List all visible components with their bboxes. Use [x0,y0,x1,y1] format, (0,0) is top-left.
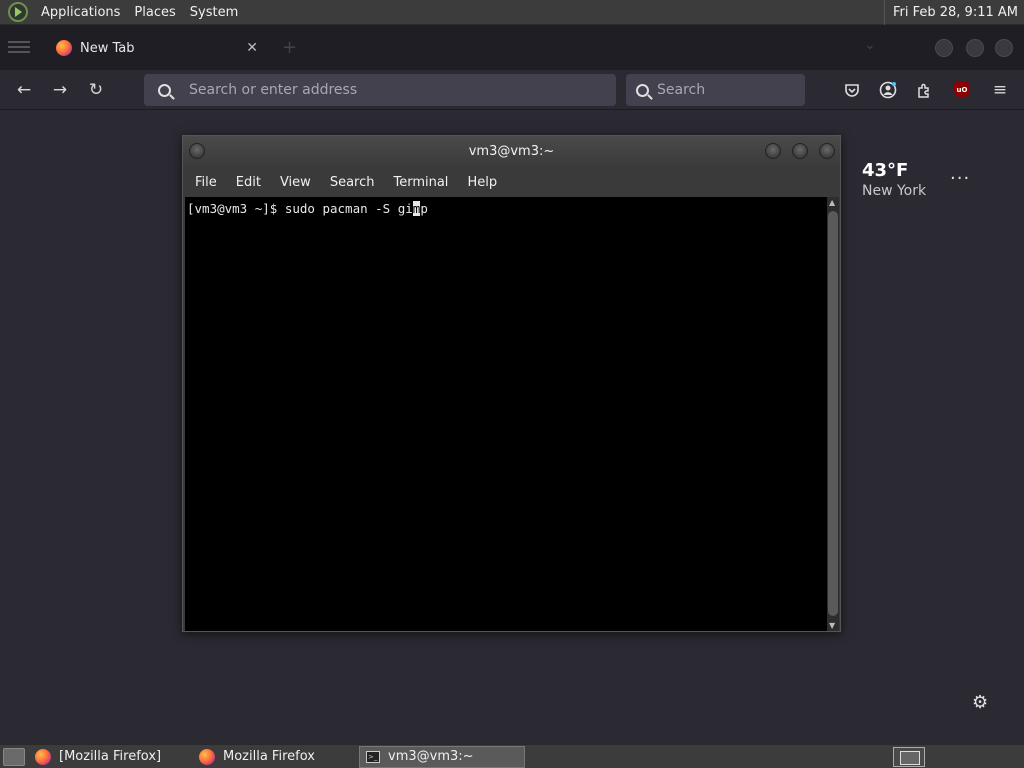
taskbar-item-label: vm3@vm3:~ [388,749,474,764]
menu-search[interactable]: Search [322,175,383,190]
taskbar-item-firefox-2[interactable]: Mozilla Firefox [193,746,355,768]
reload-icon[interactable]: ↻ [84,78,108,102]
scroll-down-arrow-icon[interactable]: ▼ [829,621,835,630]
terminal-menubar: File Edit View Search Terminal Help [183,168,840,196]
extensions-icon[interactable] [912,78,936,102]
system-menu[interactable]: System [183,5,245,20]
terminal-maximize-button[interactable] [792,143,808,159]
forward-arrow-icon[interactable]: → [48,78,72,102]
search-placeholder: Search [657,82,706,98]
scroll-up-arrow-icon[interactable]: ▲ [829,198,835,207]
search-icon [158,83,171,97]
address-placeholder: Search or enter address [189,82,358,98]
show-desktop-icon[interactable] [3,747,25,766]
workspace-switcher[interactable] [893,747,925,767]
menu-help[interactable]: Help [459,175,505,190]
minimize-window-button[interactable] [935,39,953,57]
terminal-minimize-button[interactable] [765,143,781,159]
taskbar-item-terminal[interactable]: >_ vm3@vm3:~ [359,745,525,768]
address-bar[interactable]: Search or enter address [144,74,616,106]
hamburger-menu-icon[interactable]: ≡ [988,78,1012,102]
gear-icon[interactable]: ⚙ [972,692,988,713]
top-panel: Applications Places System Fri Feb 28, 9… [0,0,1024,25]
back-arrow-icon[interactable]: ← [12,78,36,102]
clock[interactable]: Fri Feb 28, 9:11 AM [883,0,1024,25]
taskbar-item-label: [Mozilla Firefox] [59,749,162,764]
menu-terminal[interactable]: Terminal [385,175,456,190]
applications-menu[interactable]: Applications [34,5,127,20]
terminal-title: vm3@vm3:~ [468,144,555,159]
more-options-icon[interactable]: ··· [950,168,970,189]
taskbar-item-label: Mozilla Firefox [223,749,315,764]
terminal-screen[interactable]: [vm3@vm3 ~]$ sudo pacman -S gimp [185,197,827,631]
ublock-origin-icon[interactable]: uO [954,82,970,98]
terminal-scrollbar[interactable]: ▲ ▼ [827,197,839,631]
weather-widget[interactable]: 43°F New York [862,160,926,199]
terminal-titlebar[interactable]: vm3@vm3:~ [183,136,840,168]
bottom-taskbar: [Mozilla Firefox] Mozilla Firefox >_ vm3… [0,744,1024,768]
distro-logo-icon[interactable] [8,2,28,22]
menu-view[interactable]: View [272,175,319,190]
tab-new-tab[interactable]: New Tab ✕ [46,32,268,64]
navigation-toolbar: ← → ↻ Search or enter address Search uO … [0,70,1024,110]
search-bar[interactable]: Search [626,74,805,106]
menu-file[interactable]: File [187,175,225,190]
command-text-after-cursor: p [420,201,428,216]
close-window-button[interactable] [995,39,1013,57]
tab-title: New Tab [80,40,135,56]
terminal-close-button[interactable] [819,143,835,159]
weather-temperature: 43°F [862,160,909,181]
shell-prompt: [vm3@vm3 ~]$ [187,201,285,216]
list-all-tabs-icon[interactable]: ⌄ [864,37,876,53]
maximize-window-button[interactable] [966,39,984,57]
terminal-icon: >_ [366,750,380,763]
window-menu-button[interactable] [189,143,205,159]
places-menu[interactable]: Places [127,5,182,20]
weather-city: New York [862,183,927,199]
firefox-icon [199,748,215,765]
firefox-icon [35,748,51,765]
browser-tab-strip: New Tab ✕ + ⌄ [0,25,1024,70]
menu-edit[interactable]: Edit [228,175,269,190]
search-icon [636,83,649,97]
close-tab-icon[interactable]: ✕ [246,40,258,56]
command-text: sudo pacman -S gi [284,201,413,216]
firefox-view-icon[interactable] [8,38,30,56]
firefox-icon [56,40,72,56]
taskbar-item-firefox-1[interactable]: [Mozilla Firefox] [29,746,189,768]
terminal-window[interactable]: vm3@vm3:~ File Edit View Search Terminal… [182,135,841,632]
scrollbar-thumb[interactable] [828,211,838,616]
new-tab-button[interactable]: + [282,37,297,58]
account-icon[interactable] [876,78,900,102]
pocket-icon[interactable] [840,78,864,102]
